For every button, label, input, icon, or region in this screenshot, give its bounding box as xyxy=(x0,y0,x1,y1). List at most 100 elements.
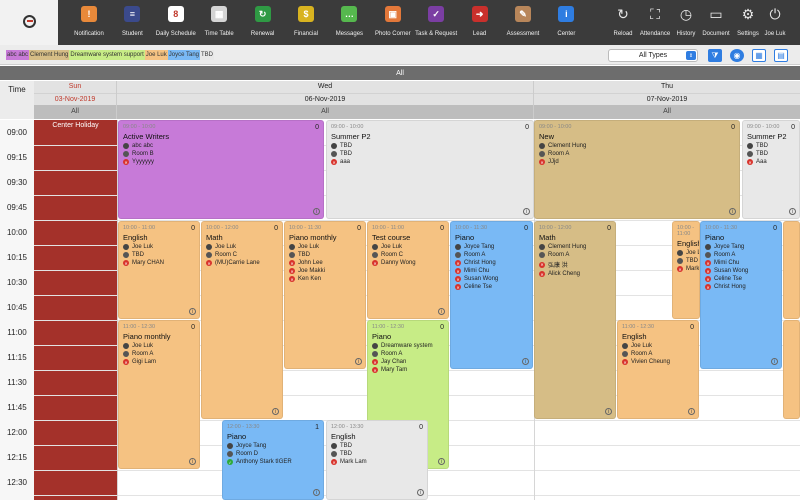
room-icon xyxy=(747,151,753,157)
cross-icon: ✕ xyxy=(455,268,461,274)
info-icon[interactable]: i xyxy=(417,489,424,496)
lesson-time: 11:00 - 12:30 xyxy=(123,324,156,330)
info-icon[interactable]: i xyxy=(789,208,796,215)
legend-chip[interactable]: Dreamware system support xyxy=(69,50,145,60)
legend-chip[interactable]: TBD xyxy=(200,50,214,60)
time-label: 09:45 xyxy=(6,203,28,212)
toolbar-center[interactable]: i Center xyxy=(543,6,589,37)
legend-chip[interactable]: Clement Hung xyxy=(29,50,70,60)
info-icon[interactable]: i xyxy=(729,208,736,215)
student-name: Celine Tse xyxy=(714,276,742,282)
toolbar-notification[interactable]: ! Notification xyxy=(66,6,112,37)
student-name: Mary Tam xyxy=(381,367,408,373)
toolbar-time-table[interactable]: ▦ Time Table xyxy=(196,6,242,37)
room-name: TBD xyxy=(340,451,352,457)
scan-icon: ⛶ xyxy=(650,5,660,22)
student-card-icon: ≡ xyxy=(124,6,141,22)
type-select[interactable]: All Types ⇕ xyxy=(608,49,698,62)
student-name: (MU)Carrie Lane xyxy=(215,260,260,266)
center-holiday-block[interactable]: Center Holiday xyxy=(34,120,117,500)
lesson-title: Piano xyxy=(372,332,392,341)
info-icon[interactable]: i xyxy=(688,408,695,415)
legend-chip[interactable]: abc abc xyxy=(6,50,30,60)
toolbar-photo-corner[interactable]: ▣ Photo Corner xyxy=(370,6,416,37)
student-name: Susan Wong xyxy=(714,268,749,274)
bell-icon: ! xyxy=(81,6,97,22)
lesson-card[interactable]: 11:00 - 12:30 0 Piano monthly Joe Luk Room A… xyxy=(118,320,200,469)
info-icon[interactable]: i xyxy=(605,408,612,415)
cross-icon: ✕ xyxy=(123,159,129,165)
toolbar-task-request[interactable]: ✓ Task & Request xyxy=(413,6,459,37)
lesson-time: 09:00 - 10:00 xyxy=(331,124,364,130)
info-icon[interactable]: i xyxy=(189,308,196,315)
info-icon[interactable]: i xyxy=(313,208,320,215)
toolbar-student[interactable]: ≡ Student xyxy=(109,6,155,37)
column-filter-wed[interactable]: All xyxy=(117,105,533,119)
lesson-card[interactable]: 10:00 - 11:30 0 Piano Joyce Tang Room A ✕ Mimi… xyxy=(700,221,782,369)
teacher-name: Joe Luk xyxy=(298,244,320,250)
lesson-card[interactable]: 09:00 - 10:00 0 New Clement Hung Room A ✕ JJjd… xyxy=(534,120,740,219)
toolbar-joe-luk[interactable]: ⏻ Joe Luk xyxy=(752,6,798,38)
info-icon[interactable]: i xyxy=(438,458,445,465)
person-icon xyxy=(123,343,129,349)
info-icon[interactable]: i xyxy=(771,358,778,365)
cross-icon: ✕ xyxy=(206,260,212,266)
room-icon xyxy=(705,252,711,258)
lesson-card[interactable]: 09:00 - 10:00 0 Summer P2 TBD TBD ✕ aaa i xyxy=(326,120,534,219)
info-icon[interactable]: i xyxy=(189,458,196,465)
info-icon[interactable]: i xyxy=(522,358,529,365)
student-name: Susan Wong xyxy=(464,276,499,282)
lesson-card[interactable]: 12:00 - 13:30 1 Piano Joyce Tang Room D ✓ Anth… xyxy=(222,420,324,500)
view-eye-icon[interactable]: ◉ xyxy=(730,49,744,62)
lesson-card[interactable]: 11:00 - 12:30 0 English Joe Luk Room A ✕ Vivie… xyxy=(617,320,699,419)
legend-chip[interactable]: Joe Luk xyxy=(144,50,168,60)
history-icon: ◷ xyxy=(679,5,693,22)
print-icon[interactable]: ▤ xyxy=(774,49,788,62)
info-icon[interactable]: i xyxy=(272,408,279,415)
lesson-card[interactable]: 09:00 - 10:00 0 Summer P2 TBD TBD ✕ Aaa i xyxy=(742,120,800,219)
message-icon: … xyxy=(341,6,358,22)
info-icon[interactable]: i xyxy=(438,308,445,315)
lesson-card[interactable]: 10:00 - 11:00 0 English Joe Luk TBD ✕ Mary CHA… xyxy=(118,221,200,319)
lesson-title: Summer P2 xyxy=(747,132,787,141)
teacher-name: Joe Luk xyxy=(686,250,699,256)
toolbar-renewal[interactable]: ↻ Renewal xyxy=(240,6,286,37)
lesson-card[interactable]: 10:00 - 12:00 0 Math Clement Hung Room A ✕ 弘康 … xyxy=(534,221,616,419)
teacher-name: Joe Luk xyxy=(132,343,154,349)
lesson-card[interactable]: 10:00 - 11:30 0 Piano monthly Joe Luk TBD ✕ Jo… xyxy=(284,221,366,369)
toolbar-messages[interactable]: … Messages xyxy=(326,6,372,37)
timetable-icon: ▦ xyxy=(211,6,228,22)
lesson-card[interactable]: 10:00 - 11:00 0 Test course Joe Luk Room C ✕ D… xyxy=(367,221,449,319)
lesson-card[interactable]: 10:00 - 12:00 0 Math Joe Luk Room C ✕ (MU)Carr… xyxy=(201,221,283,419)
time-label: 12:30 xyxy=(6,478,28,487)
lesson-card[interactable]: 12:00 - 13:30 0 English TBD TBD ✕ Mark Lam i xyxy=(326,420,428,500)
info-icon[interactable]: i xyxy=(523,208,530,215)
student-name: Vivien Cheung xyxy=(631,359,670,365)
toolbar-daily-schedule[interactable]: 8 Daily Schedule xyxy=(153,6,199,37)
person-icon xyxy=(331,443,337,449)
column-filter-thu[interactable]: All xyxy=(534,105,800,119)
lesson-card[interactable] xyxy=(783,320,800,419)
toolbar-assessment[interactable]: ✎ Assessment xyxy=(500,6,546,37)
room-name: Room C xyxy=(381,252,404,258)
person-icon xyxy=(539,143,545,149)
legend-chip[interactable]: Joyce Tang xyxy=(167,50,200,60)
room-name: Room A xyxy=(132,351,154,357)
lesson-card[interactable]: 09:00 - 10:00 0 Active Writers abc abc Room … xyxy=(118,120,324,219)
lesson-card[interactable] xyxy=(783,221,800,319)
student-name: Christ Hong xyxy=(464,260,496,266)
filter-icon[interactable]: ⧩ xyxy=(708,49,722,62)
toolbar-financial[interactable]: $ Financial xyxy=(283,6,329,37)
toolbar-lead[interactable]: ➜ Lead xyxy=(457,6,503,37)
calendar-grid-icon[interactable]: ▦ xyxy=(752,49,766,62)
info-icon[interactable]: i xyxy=(313,489,320,496)
cross-icon: ✕ xyxy=(372,359,378,365)
lesson-card[interactable]: 10:00 - 11:30 0 Piano Joyce Tang Room A ✕ Chri… xyxy=(450,221,533,369)
info-icon[interactable]: i xyxy=(355,358,362,365)
all-bar: All xyxy=(0,66,800,80)
column-filter-sun[interactable]: All xyxy=(34,105,116,119)
lesson-card[interactable]: 10:00 - 11:00 English Joe Luk TBD✕Mark xyxy=(672,221,700,319)
time-label: 10:30 xyxy=(6,278,28,287)
teacher-name: Joyce Tang xyxy=(714,244,745,250)
time-label: 10:00 xyxy=(6,228,28,237)
